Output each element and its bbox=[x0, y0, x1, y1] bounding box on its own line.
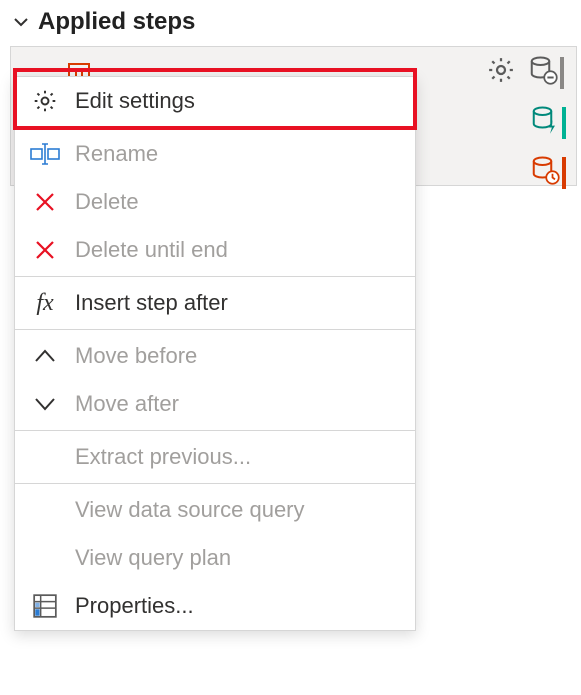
chevron-down-icon bbox=[12, 13, 30, 31]
properties-icon bbox=[29, 592, 61, 620]
menu-insert-step-after[interactable]: fx Insert step after bbox=[15, 279, 415, 327]
menu-label: Edit settings bbox=[75, 88, 195, 114]
menu-label: Delete bbox=[75, 189, 139, 215]
menu-label: Insert step after bbox=[75, 290, 228, 316]
database-clock-group[interactable] bbox=[530, 155, 566, 191]
menu-move-after[interactable]: Move after bbox=[15, 380, 415, 428]
fx-icon: fx bbox=[29, 289, 61, 317]
menu-separator bbox=[15, 430, 415, 431]
menu-view-data-source-query[interactable]: View data source query bbox=[15, 486, 415, 534]
right-icon-column bbox=[530, 55, 566, 191]
panel-header[interactable]: Applied steps bbox=[0, 0, 581, 44]
menu-separator bbox=[15, 329, 415, 330]
settings-icon-group[interactable] bbox=[486, 55, 566, 91]
menu-separator bbox=[15, 483, 415, 484]
bar-orange bbox=[562, 157, 566, 189]
database-bolt-group[interactable] bbox=[530, 105, 566, 141]
menu-edit-settings[interactable]: Edit settings bbox=[15, 77, 415, 125]
context-menu: Edit settings Rename Delete Delete until… bbox=[14, 76, 416, 631]
database-minus-icon bbox=[528, 55, 558, 91]
database-bolt-icon bbox=[530, 105, 560, 141]
menu-label: Move before bbox=[75, 343, 197, 369]
gear-icon bbox=[29, 87, 61, 115]
database-clock-icon bbox=[530, 155, 560, 191]
menu-move-before[interactable]: Move before bbox=[15, 332, 415, 380]
menu-properties[interactable]: Properties... bbox=[15, 582, 415, 630]
delete-icon bbox=[29, 236, 61, 264]
menu-label: View query plan bbox=[75, 545, 231, 571]
delete-icon bbox=[29, 188, 61, 216]
bar-gray bbox=[560, 57, 564, 89]
menu-view-query-plan[interactable]: View query plan bbox=[15, 534, 415, 582]
gear-icon bbox=[486, 55, 516, 91]
chevron-down-icon bbox=[29, 390, 61, 418]
menu-label: View data source query bbox=[75, 497, 305, 523]
menu-label: Rename bbox=[75, 141, 158, 167]
menu-delete[interactable]: Delete bbox=[15, 178, 415, 226]
menu-label: Properties... bbox=[75, 593, 194, 619]
menu-separator bbox=[15, 127, 415, 128]
menu-separator bbox=[15, 276, 415, 277]
bar-teal bbox=[562, 107, 566, 139]
rename-icon bbox=[29, 140, 61, 168]
menu-label: Delete until end bbox=[75, 237, 228, 263]
empty-icon bbox=[29, 544, 61, 572]
menu-delete-until-end[interactable]: Delete until end bbox=[15, 226, 415, 274]
menu-rename[interactable]: Rename bbox=[15, 130, 415, 178]
panel-title: Applied steps bbox=[38, 8, 195, 36]
menu-extract-previous[interactable]: Extract previous... bbox=[15, 433, 415, 481]
empty-icon bbox=[29, 496, 61, 524]
menu-label: Extract previous... bbox=[75, 444, 251, 470]
menu-label: Move after bbox=[75, 391, 179, 417]
empty-icon bbox=[29, 443, 61, 471]
chevron-up-icon bbox=[29, 342, 61, 370]
